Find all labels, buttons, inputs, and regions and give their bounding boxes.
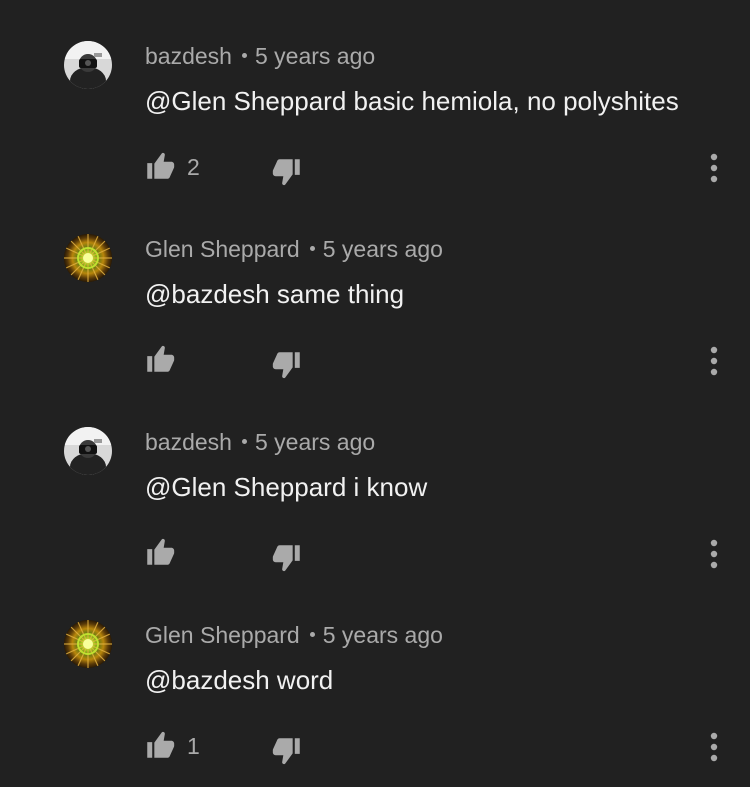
comment-text: @Glen Sheppard i know bbox=[145, 472, 428, 502]
mandala-avatar-icon bbox=[64, 620, 112, 668]
author-name[interactable]: bazdesh bbox=[145, 429, 232, 455]
comment-meta: bazdesh 5 years ago bbox=[145, 427, 375, 457]
separator-dot bbox=[241, 53, 247, 59]
like-button[interactable] bbox=[143, 149, 177, 183]
more-options-button[interactable] bbox=[700, 537, 728, 571]
dislike-button[interactable] bbox=[270, 155, 304, 189]
more-vertical-icon bbox=[710, 346, 718, 376]
avatar[interactable] bbox=[64, 234, 112, 282]
author-name[interactable]: Glen Sheppard bbox=[145, 622, 300, 648]
like-count: 2 bbox=[187, 154, 200, 180]
thumbs-up-icon bbox=[147, 345, 175, 372]
photo-avatar-icon bbox=[64, 41, 112, 89]
separator-dot bbox=[241, 439, 247, 445]
comment: bazdesh 5 years ago @Glen Sheppard i know bbox=[0, 386, 750, 579]
dislike-button[interactable] bbox=[270, 541, 304, 575]
avatar[interactable] bbox=[64, 41, 112, 89]
thumbs-up-icon bbox=[147, 152, 175, 179]
timestamp[interactable]: 5 years ago bbox=[323, 622, 443, 648]
mandala-avatar-icon bbox=[64, 234, 112, 282]
timestamp[interactable]: 5 years ago bbox=[255, 429, 375, 455]
dislike-button[interactable] bbox=[270, 734, 304, 768]
author-name[interactable]: bazdesh bbox=[145, 43, 232, 69]
comment: Glen Sheppard 5 years ago @bazdesh word 1 bbox=[0, 579, 750, 772]
more-vertical-icon bbox=[710, 153, 718, 183]
comment-text: @bazdesh same thing bbox=[145, 279, 405, 309]
author-name[interactable]: Glen Sheppard bbox=[145, 236, 300, 262]
thumbs-down-icon bbox=[272, 352, 300, 379]
comment: Glen Sheppard 5 years ago @bazdesh same t… bbox=[0, 193, 750, 386]
more-options-button[interactable] bbox=[700, 344, 728, 378]
thumbs-up-icon bbox=[147, 731, 175, 758]
separator-dot bbox=[309, 246, 315, 252]
thumbs-down-icon bbox=[272, 738, 300, 765]
timestamp[interactable]: 5 years ago bbox=[255, 43, 375, 69]
timestamp[interactable]: 5 years ago bbox=[323, 236, 443, 262]
thumbs-down-icon bbox=[272, 159, 300, 186]
more-options-button[interactable] bbox=[700, 730, 728, 764]
photo-avatar-icon bbox=[64, 427, 112, 475]
avatar[interactable] bbox=[64, 427, 112, 475]
comment-meta: bazdesh 5 years ago bbox=[145, 41, 375, 71]
comment-text: @Glen Sheppard basic hemiola, no polyshi… bbox=[145, 86, 679, 116]
dislike-button[interactable] bbox=[270, 348, 304, 382]
more-vertical-icon bbox=[710, 539, 718, 569]
comment-text: @bazdesh word bbox=[145, 665, 334, 695]
like-button[interactable] bbox=[143, 342, 177, 376]
thumbs-up-icon bbox=[147, 538, 175, 565]
comment: bazdesh 5 years ago @Glen Sheppard basic … bbox=[0, 0, 750, 193]
like-count: 1 bbox=[187, 733, 200, 759]
thumbs-down-icon bbox=[272, 545, 300, 572]
more-vertical-icon bbox=[710, 732, 718, 762]
separator-dot bbox=[309, 632, 315, 638]
like-button[interactable] bbox=[143, 535, 177, 569]
comment-meta: Glen Sheppard 5 years ago bbox=[145, 234, 443, 264]
like-button[interactable] bbox=[143, 728, 177, 762]
avatar[interactable] bbox=[64, 620, 112, 668]
comment-meta: Glen Sheppard 5 years ago bbox=[145, 620, 443, 650]
more-options-button[interactable] bbox=[700, 151, 728, 185]
